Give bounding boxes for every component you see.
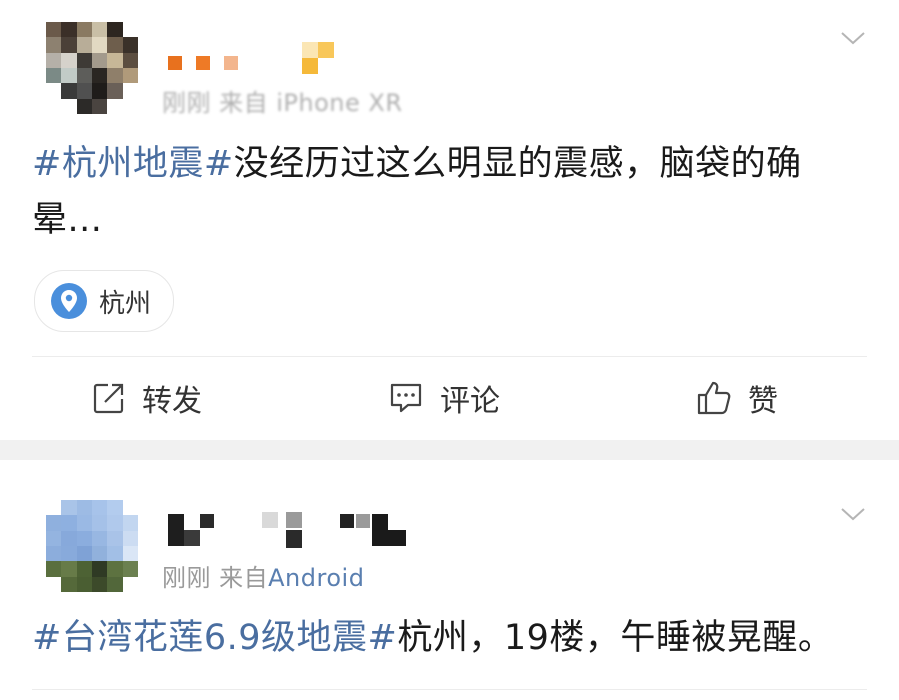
repost-button[interactable]: 转发 <box>92 358 202 438</box>
comment-button[interactable]: 评论 <box>388 358 500 438</box>
post-text: 杭州，19楼，午睡被晃醒。 <box>397 618 834 658</box>
like-button[interactable]: 赞 <box>696 358 778 438</box>
chevron-down-icon[interactable] <box>839 500 867 528</box>
weibo-feed: 刚刚 来自 iPhone XR #杭州地震#没经历过这么明显的震感，脑袋的确晕.… <box>0 0 899 700</box>
thumbs-up-icon <box>697 381 731 415</box>
repost-label: 转发 <box>142 384 202 419</box>
location-pin-icon <box>51 283 87 319</box>
post-source: 来自 iPhone XR <box>219 89 403 117</box>
divider <box>32 356 867 357</box>
post-source[interactable]: Android <box>268 564 364 592</box>
comment-label: 评论 <box>440 384 500 419</box>
username-obscured[interactable] <box>168 38 336 78</box>
post-meta: 刚刚 来自Android <box>162 558 364 593</box>
post-content: #杭州地震#没经历过这么明显的震感，脑袋的确晕... <box>32 136 852 248</box>
avatar[interactable] <box>46 22 138 114</box>
username-obscured[interactable] <box>168 510 414 550</box>
location-label: 杭州 <box>99 288 152 319</box>
post-time: 刚刚 <box>162 89 211 117</box>
like-label: 赞 <box>748 384 778 419</box>
divider <box>32 689 867 690</box>
chevron-down-icon[interactable] <box>839 24 867 52</box>
comment-icon <box>390 383 422 413</box>
post-source-prefix: 来自 <box>219 564 269 592</box>
topic-link[interactable]: #台湾花莲6.9级地震# <box>32 618 397 658</box>
topic-link[interactable]: #杭州地震# <box>32 144 234 184</box>
post-separator <box>0 440 899 460</box>
avatar[interactable] <box>46 500 138 592</box>
post-card: 刚刚 来自Android #台湾花莲6.9级地震#杭州，19楼，午睡被晃醒。 <box>0 460 899 700</box>
post-meta: 刚刚 来自 iPhone XR <box>162 83 403 118</box>
share-icon <box>93 383 124 414</box>
location-tag[interactable]: 杭州 <box>34 270 175 332</box>
post-time: 刚刚 <box>162 564 211 592</box>
action-bar: 转发 评论 赞 <box>0 358 899 438</box>
post-content: #台湾花莲6.9级地震#杭州，19楼，午睡被晃醒。 <box>32 610 852 666</box>
post-card: 刚刚 来自 iPhone XR #杭州地震#没经历过这么明显的震感，脑袋的确晕.… <box>0 0 899 440</box>
